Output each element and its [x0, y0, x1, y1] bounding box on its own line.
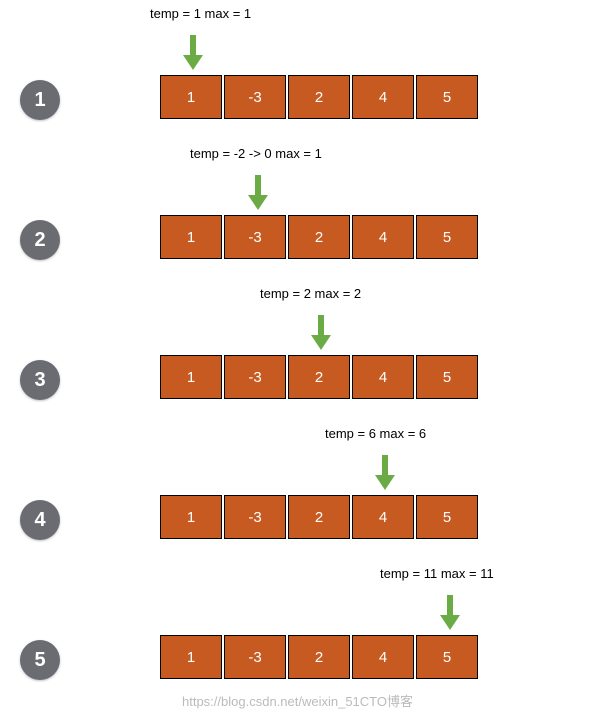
array-cell: 2 [288, 635, 350, 679]
watermark: https://blog.csdn.net/weixin_51CTO博客 [0, 691, 595, 710]
array-cell: 2 [288, 215, 350, 259]
array-cell: -3 [224, 355, 286, 399]
array-cell: 4 [352, 355, 414, 399]
step-label: temp = 11 max = 11 [380, 566, 494, 581]
array-cell: 1 [160, 215, 222, 259]
array-cell: 2 [288, 75, 350, 119]
step-number: 3 [20, 360, 60, 400]
step-row-5: 5temp = 11 max = 111-3245 [0, 560, 595, 700]
array-cell: 2 [288, 495, 350, 539]
array: 1-3245 [160, 75, 480, 119]
array-cell: -3 [224, 495, 286, 539]
down-arrow-icon [183, 35, 203, 70]
array: 1-3245 [160, 215, 480, 259]
array-cell: 1 [160, 635, 222, 679]
step-label: temp = -2 -> 0 max = 1 [190, 146, 322, 161]
step-number: 4 [20, 500, 60, 540]
array: 1-3245 [160, 635, 480, 679]
array-cell: 1 [160, 495, 222, 539]
array-cell: 4 [352, 635, 414, 679]
step-row-3: 3 temp = 2 max = 2 1-3245 [0, 280, 595, 420]
array-cell: 2 [288, 355, 350, 399]
array: 1-3245 [160, 355, 480, 399]
down-arrow-icon [311, 315, 331, 350]
step-row-1: 1temp = 1 max = 11-3245 [0, 0, 595, 140]
down-arrow-icon [248, 175, 268, 210]
step-number: 2 [20, 220, 60, 260]
array-cell: -3 [224, 215, 286, 259]
step-label: temp = 6 max = 6 [325, 426, 426, 441]
array-cell: 5 [416, 215, 478, 259]
step-label: temp = 2 max = 2 [260, 286, 361, 301]
down-arrow-icon [375, 455, 395, 490]
array-cell: 5 [416, 355, 478, 399]
array-cell: 5 [416, 495, 478, 539]
array-cell: -3 [224, 75, 286, 119]
array-cell: 5 [416, 635, 478, 679]
down-arrow-icon [440, 595, 460, 630]
step-number: 5 [20, 640, 60, 680]
array-cell: 4 [352, 215, 414, 259]
array-cell: -3 [224, 635, 286, 679]
step-number: 1 [20, 80, 60, 120]
step-label: temp = 1 max = 1 [150, 6, 251, 21]
array-cell: 5 [416, 75, 478, 119]
array-cell: 4 [352, 75, 414, 119]
step-row-2: 2temp = -2 -> 0 max = 11-3245 [0, 140, 595, 280]
array-cell: 4 [352, 495, 414, 539]
array-cell: 1 [160, 355, 222, 399]
array: 1-3245 [160, 495, 480, 539]
array-cell: 1 [160, 75, 222, 119]
step-row-4: 4temp = 6 max = 61-3245 [0, 420, 595, 560]
